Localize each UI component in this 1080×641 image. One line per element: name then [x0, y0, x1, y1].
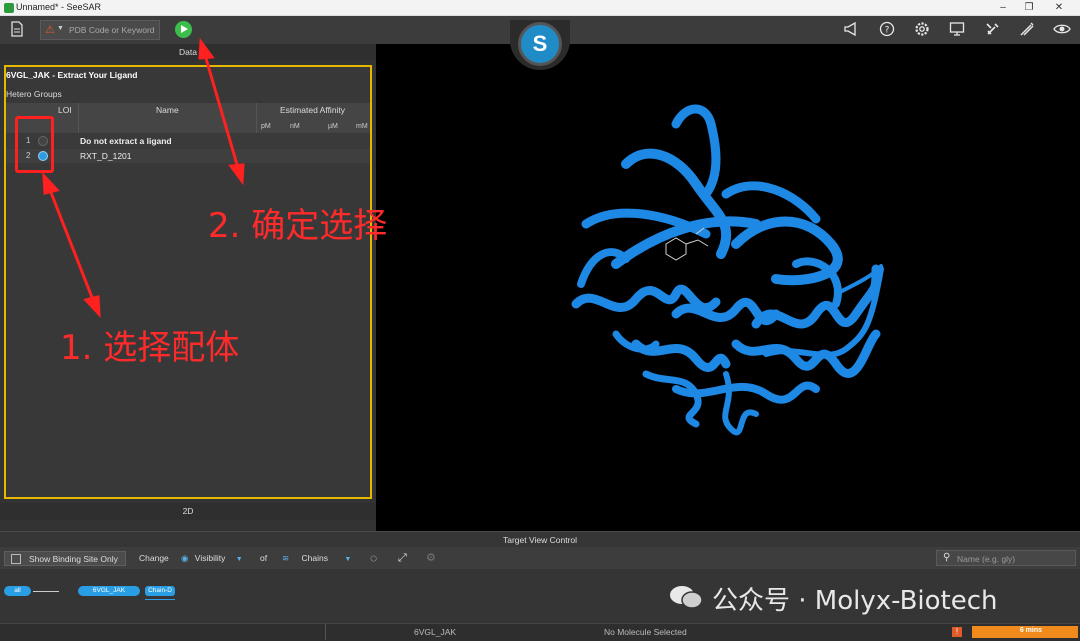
annotation-step-2: 2. 确定选择 — [208, 206, 388, 246]
watermark-text: 公众号 · Molyx-Biotech — [712, 586, 998, 616]
watermark: 公众号 · Molyx-Biotech — [668, 580, 998, 617]
annotation-step-1: 1. 选择配体 — [60, 328, 240, 368]
chat-icon — [670, 586, 703, 609]
